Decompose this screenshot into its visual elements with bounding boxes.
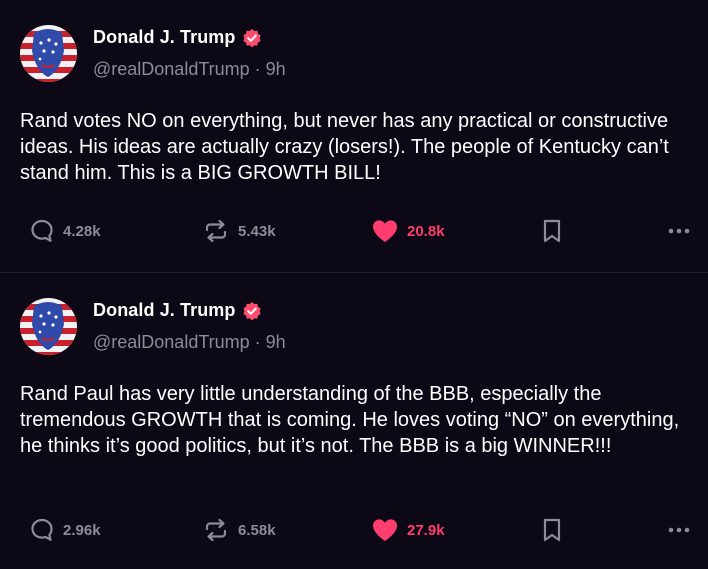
repost-arrows-icon: [205, 518, 227, 542]
heart-icon: [373, 519, 397, 541]
more-dots-icon: [668, 228, 690, 234]
reply-count: 2.96k: [63, 521, 101, 539]
repost-button[interactable]: 5.43k: [202, 216, 276, 246]
handle[interactable]: @realDonaldTrump: [93, 332, 250, 352]
reply-count: 4.28k: [63, 222, 101, 240]
like-button[interactable]: 20.8k: [371, 216, 445, 246]
post-actions: 2.96k 6.58k 27.9k: [0, 515, 708, 545]
author-name[interactable]: Donald J. Trump: [93, 27, 262, 48]
timestamp[interactable]: 9h: [266, 59, 286, 79]
reply-bubble-icon: [31, 219, 53, 242]
more-button[interactable]: [666, 216, 692, 246]
avatar-image: [20, 25, 77, 82]
reply-button[interactable]: 2.96k: [29, 515, 101, 545]
verified-badge-icon: [242, 28, 262, 48]
repost-button[interactable]: 6.58k: [202, 515, 276, 545]
reply-bubble-icon: [31, 518, 53, 541]
bookmark-icon: [543, 219, 561, 243]
handle-line: @realDonaldTrump · 9h: [93, 59, 286, 80]
repost-count: 5.43k: [238, 222, 276, 240]
verified-badge-icon: [242, 301, 262, 321]
post-text: Rand Paul has very little understanding …: [20, 383, 680, 457]
timestamp[interactable]: 9h: [266, 332, 286, 352]
more-button[interactable]: [666, 515, 692, 545]
repost-arrows-icon: [205, 219, 227, 243]
like-count: 20.8k: [407, 222, 445, 240]
like-count: 27.9k: [407, 521, 445, 539]
separator: ·: [254, 59, 261, 79]
avatar[interactable]: [20, 298, 77, 355]
heart-icon: [373, 220, 397, 242]
bookmark-button[interactable]: [541, 216, 563, 246]
avatar-image: [20, 298, 77, 355]
handle-line: @realDonaldTrump · 9h: [93, 332, 286, 353]
author-name[interactable]: Donald J. Trump: [93, 300, 262, 321]
post-text: Rand votes NO on everything, but never h…: [20, 110, 669, 184]
post-feed: Donald J. Trump @realDonaldTrump · 9h Rand…: [0, 0, 708, 569]
handle[interactable]: @realDonaldTrump: [93, 59, 250, 79]
separator: ·: [254, 332, 261, 352]
repost-count: 6.58k: [238, 521, 276, 539]
more-dots-icon: [668, 527, 690, 533]
author-name-text: Donald J. Trump: [93, 300, 236, 320]
author-name-text: Donald J. Trump: [93, 27, 236, 47]
bookmark-button[interactable]: [541, 515, 563, 545]
like-button[interactable]: 27.9k: [371, 515, 445, 545]
post[interactable]: Donald J. Trump @realDonaldTrump · 9h Rand…: [0, 273, 708, 569]
bookmark-icon: [543, 518, 561, 542]
post-actions: 4.28k 5.43k 20.8k: [0, 216, 708, 246]
avatar[interactable]: [20, 25, 77, 82]
post[interactable]: Donald J. Trump @realDonaldTrump · 9h Rand…: [0, 0, 708, 273]
reply-button[interactable]: 4.28k: [29, 216, 101, 246]
